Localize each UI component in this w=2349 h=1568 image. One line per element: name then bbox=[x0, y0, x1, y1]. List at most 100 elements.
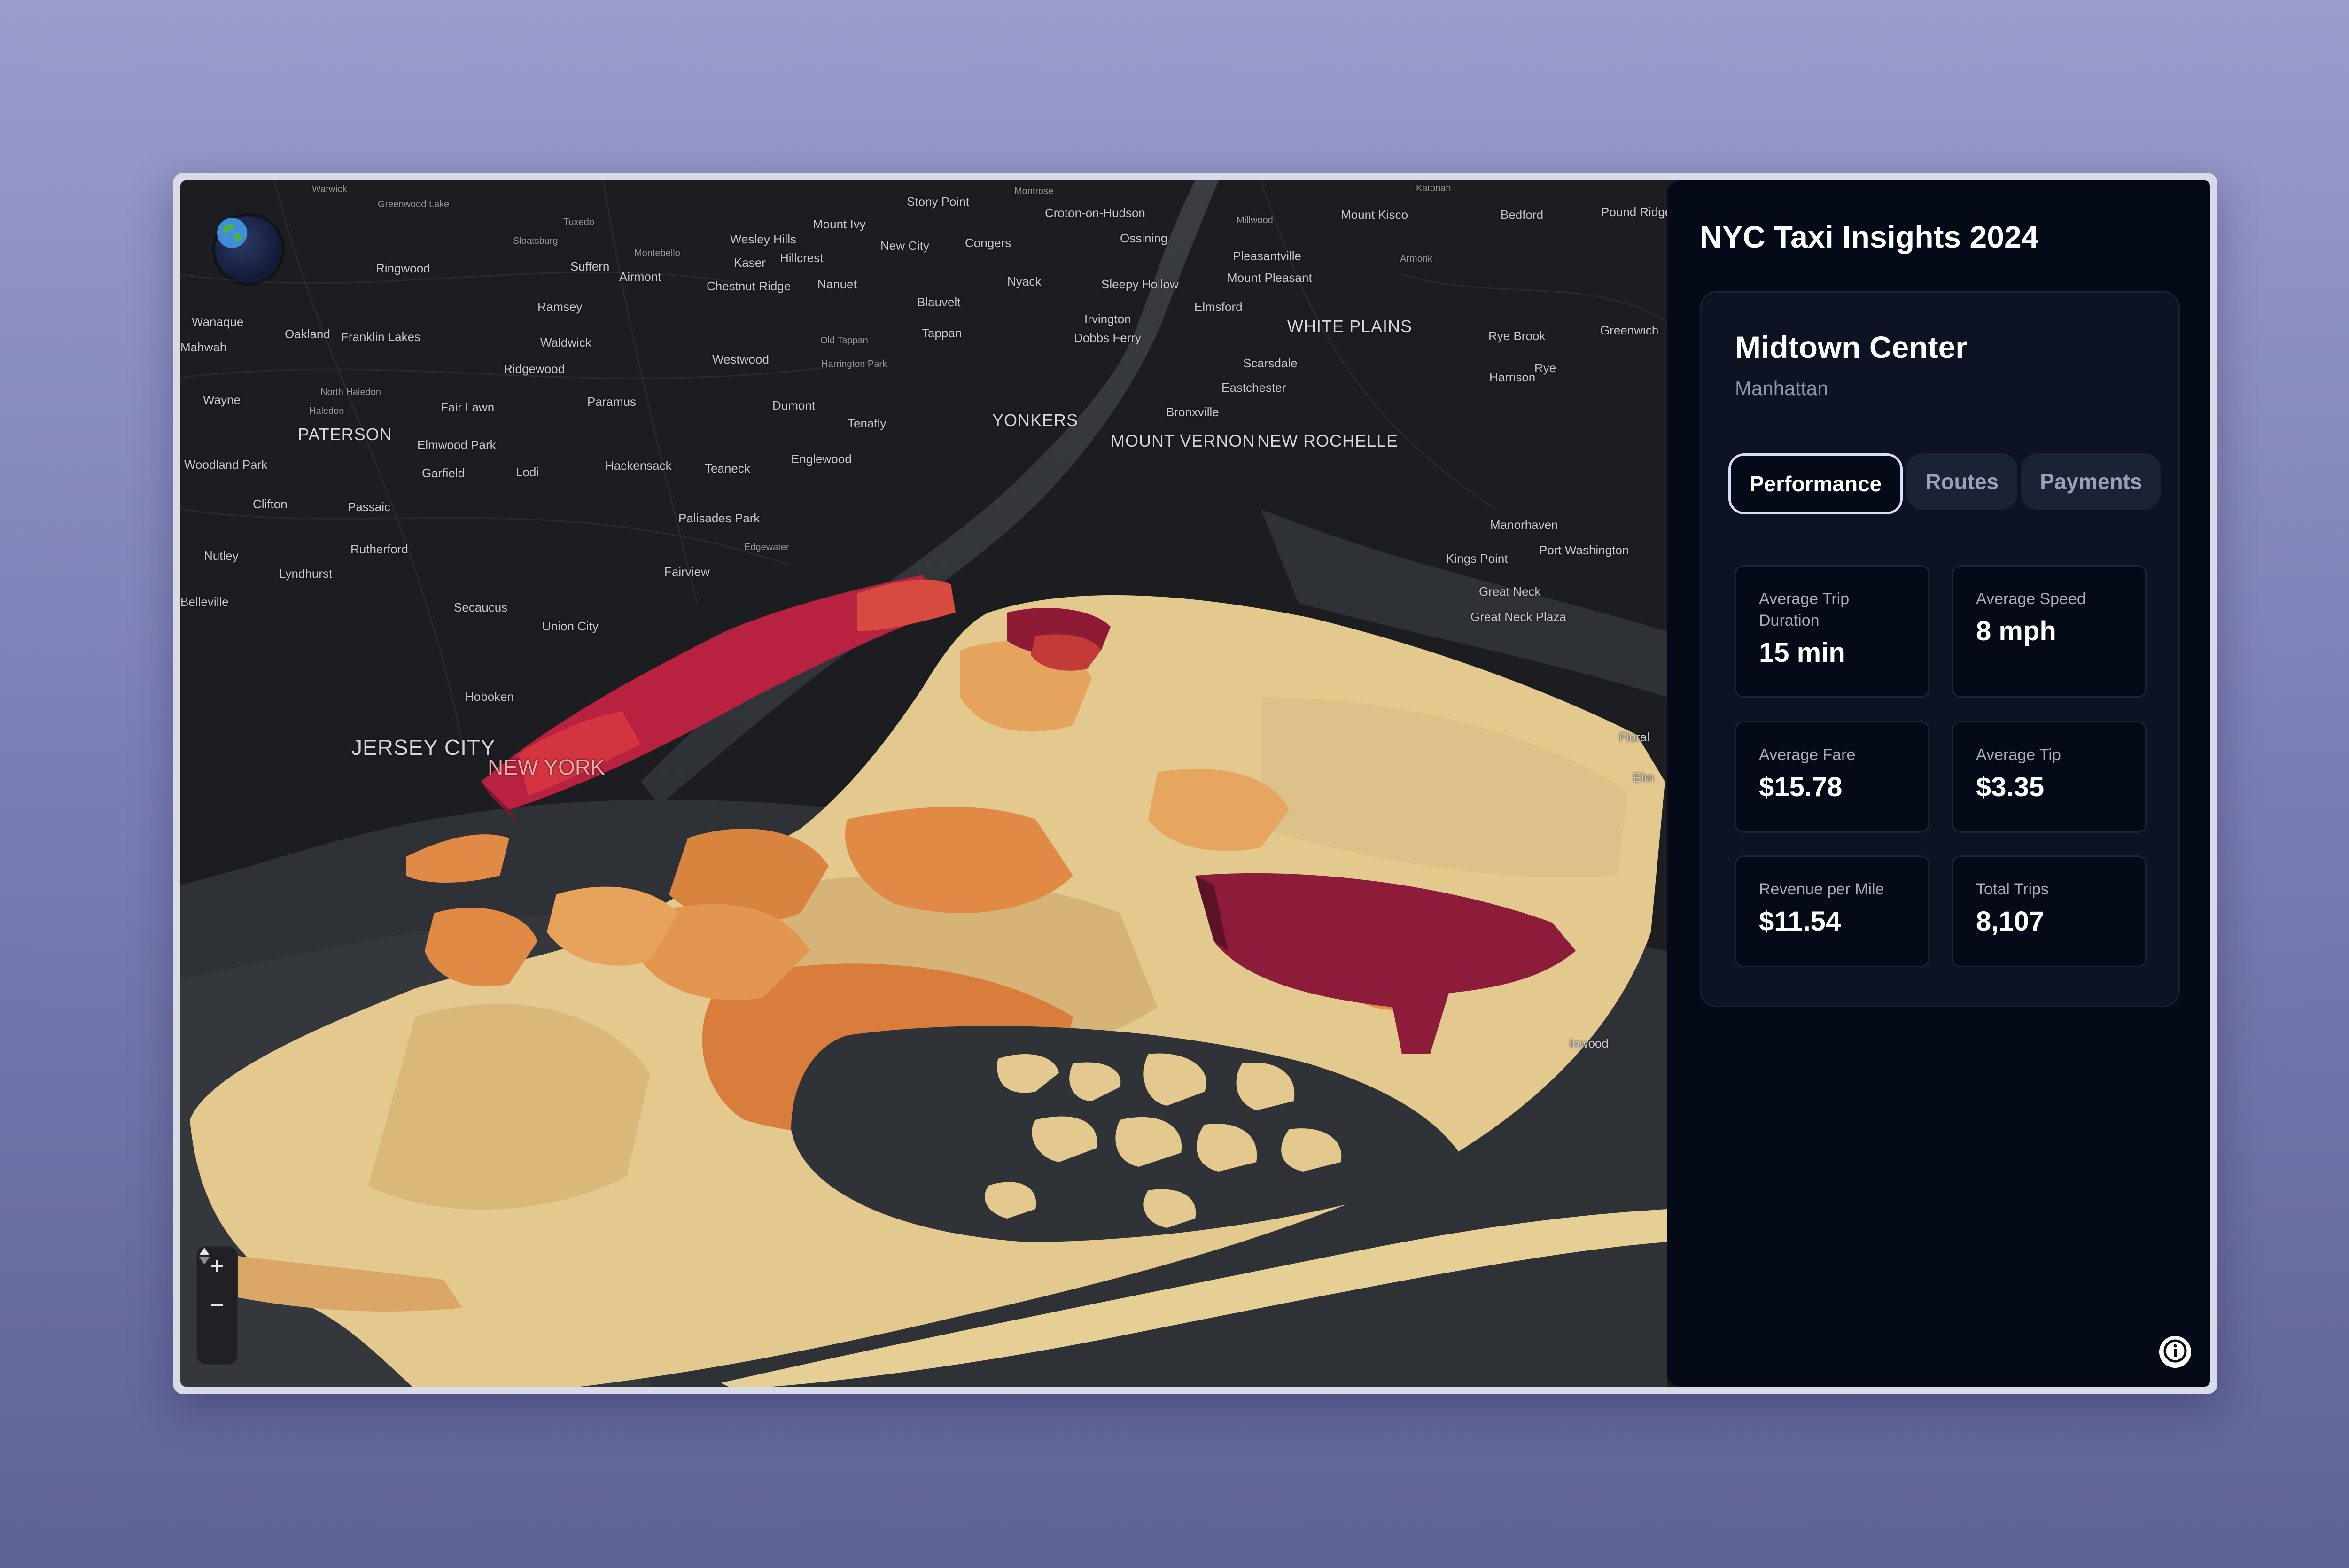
map-label: PATERSON bbox=[298, 425, 392, 444]
map-label: Passaic bbox=[348, 500, 391, 514]
map-label: JERSEY CITY bbox=[351, 735, 496, 760]
map-label: Lyndhurst bbox=[279, 567, 333, 581]
map-label: Warwick bbox=[312, 184, 347, 194]
map-label: Rye bbox=[1534, 361, 1556, 375]
map-label: Congers bbox=[965, 236, 1011, 250]
map-label: Ringwood bbox=[376, 261, 430, 275]
map-label: Inwood bbox=[1569, 1036, 1609, 1050]
map-label: Manorhaven bbox=[1490, 518, 1558, 532]
map-label: Haledon bbox=[309, 406, 344, 416]
map-label: Dobbs Ferry bbox=[1074, 331, 1142, 345]
map-label: Scarsdale bbox=[1243, 356, 1298, 370]
map-label: NEW ROCHELLE bbox=[1257, 431, 1399, 450]
map-label: Tenafly bbox=[848, 416, 887, 430]
zoom-control: + − bbox=[197, 1247, 237, 1364]
map-label: Stony Point bbox=[907, 194, 969, 209]
app-title: NYC Taxi Insights 2024 bbox=[1700, 219, 2039, 254]
map-label: Chestnut Ridge bbox=[707, 279, 791, 293]
stat-card-total-trips: Total Trips 8,107 bbox=[1952, 855, 2147, 967]
map-label: Mahwah bbox=[180, 340, 227, 354]
map-label: Suffern bbox=[570, 259, 610, 273]
map-label: Bronxville bbox=[1166, 405, 1219, 419]
map-label: Rye Brook bbox=[1488, 329, 1546, 343]
map-label: Irvington bbox=[1084, 312, 1131, 326]
location-name: Midtown Center bbox=[1735, 330, 1968, 365]
map-label: Kings Point bbox=[1446, 551, 1508, 566]
map-label: Oakland bbox=[285, 327, 330, 341]
tab-performance[interactable]: Performance bbox=[1728, 453, 1903, 514]
map-label: Dumont bbox=[772, 398, 816, 412]
map-label: Mount Kisco bbox=[1341, 208, 1408, 222]
map-label: Woodland Park bbox=[184, 458, 268, 472]
stat-value: 15 min bbox=[1759, 637, 1845, 668]
stat-card-revenue-per-mile: Revenue per Mile $11.54 bbox=[1735, 855, 1929, 967]
info-icon bbox=[2163, 1339, 2187, 1366]
map-label: Rutherford bbox=[350, 542, 408, 556]
stat-card-avg-trip-duration: Average Trip Duration 15 min bbox=[1735, 565, 1929, 698]
info-button[interactable] bbox=[2159, 1336, 2191, 1368]
map-label: Greenwood Lake bbox=[378, 199, 450, 210]
map-label: Mount Pleasant bbox=[1227, 271, 1312, 285]
map-label: Old Tappan bbox=[820, 335, 868, 346]
map-label: Englewood bbox=[791, 452, 852, 466]
map-label: Port Washington bbox=[1539, 543, 1629, 557]
map-label: Lodi bbox=[516, 465, 539, 479]
stat-label: Total Trips bbox=[1976, 880, 2049, 898]
map-label: Mount Ivy bbox=[813, 217, 866, 231]
map-label: Bedford bbox=[1501, 208, 1544, 222]
map-label: Belleville bbox=[180, 595, 229, 609]
map-label: Garfield bbox=[422, 466, 465, 480]
insights-panel: NYC Taxi Insights 2024 Midtown Center Ma… bbox=[1667, 180, 2210, 1387]
map-label: Sleepy Hollow bbox=[1101, 277, 1179, 291]
tab-routes[interactable]: Routes bbox=[1906, 453, 2018, 510]
stat-value: 8 mph bbox=[1976, 616, 2056, 646]
map-label: Waldwick bbox=[540, 335, 591, 349]
stat-value: 8,107 bbox=[1976, 906, 2045, 937]
map-label: Nanuet bbox=[817, 277, 857, 291]
map-label: Nutley bbox=[204, 549, 239, 563]
map-label: Ramsey bbox=[537, 300, 583, 314]
map-label: YONKERS bbox=[992, 411, 1079, 430]
map-label: Elmwood Park bbox=[417, 438, 496, 452]
map-label: Katonah bbox=[1416, 183, 1451, 194]
map-label: Pleasantville bbox=[1233, 249, 1301, 263]
map-label: Sloatsburg bbox=[513, 236, 558, 246]
map-label: WHITE PLAINS bbox=[1287, 317, 1413, 336]
map-label: Teaneck bbox=[705, 461, 750, 475]
map-label: Wanaque bbox=[192, 315, 244, 329]
map-label: Great Neck Plaza bbox=[1470, 610, 1566, 624]
globe-view-button[interactable] bbox=[215, 216, 282, 283]
map-label: Franklin Lakes bbox=[341, 330, 421, 344]
map-label: Kaser bbox=[734, 256, 766, 270]
map-label: Paramus bbox=[587, 395, 637, 409]
stat-value: $11.54 bbox=[1759, 906, 1841, 937]
map-label: Tappan bbox=[922, 326, 962, 340]
stat-label: Average Trip Duration bbox=[1759, 590, 1850, 629]
map-canvas[interactable] bbox=[180, 180, 1667, 1387]
stat-value: $15.78 bbox=[1759, 772, 1843, 802]
map-view[interactable]: Warwick Greenwood Lake Tuxedo Stony Poin… bbox=[180, 180, 1667, 1387]
map-label: Union City bbox=[542, 619, 599, 633]
map-label: Montebello bbox=[634, 248, 680, 258]
map-label: Floral bbox=[1619, 730, 1650, 744]
tab-payments[interactable]: Payments bbox=[2021, 453, 2161, 510]
map-label: Hillcrest bbox=[780, 251, 824, 265]
app-window: Warwick Greenwood Lake Tuxedo Stony Poin… bbox=[173, 173, 2217, 1394]
map-label: MOUNT VERNON bbox=[1111, 431, 1255, 450]
map-label: Nyack bbox=[1007, 274, 1042, 288]
map-label: Elm bbox=[1633, 770, 1654, 784]
stat-label: Average Fare bbox=[1759, 746, 1856, 764]
map-label: Harrison bbox=[1489, 370, 1536, 384]
map-label: Great Neck bbox=[1479, 584, 1541, 598]
map-label: Palisades Park bbox=[678, 511, 760, 525]
stat-card-avg-speed: Average Speed 8 mph bbox=[1952, 565, 2147, 698]
compass-button[interactable] bbox=[197, 1248, 237, 1364]
stat-card-avg-fare: Average Fare $15.78 bbox=[1735, 721, 1929, 833]
map-label: Clifton bbox=[253, 497, 288, 511]
map-label: Ridgewood bbox=[504, 362, 565, 376]
tab-bar: Performance Routes Payments bbox=[1728, 453, 2161, 514]
map-label: Greenwich bbox=[1600, 323, 1659, 337]
map-label: Eastchester bbox=[1221, 380, 1286, 395]
stat-card-avg-tip: Average Tip $3.35 bbox=[1952, 721, 2147, 833]
zoom-out-button[interactable]: − bbox=[197, 1286, 237, 1325]
